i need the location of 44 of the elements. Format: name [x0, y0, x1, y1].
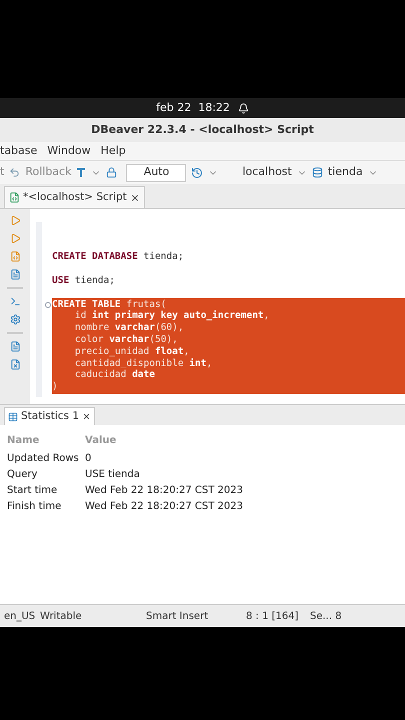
table-cell-text: Wed Feb 22 18:20:27 CST 2023 — [85, 484, 244, 498]
column-header: Value — [85, 434, 118, 448]
history-icon[interactable] — [191, 166, 204, 178]
menu-item[interactable]: Window — [47, 142, 91, 160]
transaction-icon[interactable] — [76, 167, 86, 178]
script-icon — [9, 192, 20, 203]
table-cell-text: Start time — [7, 484, 58, 498]
close-icon[interactable] — [130, 192, 140, 202]
table-cell-text: 0 — [85, 452, 92, 466]
menu-item[interactable]: tabase — [0, 142, 38, 160]
table-cell-text: Finish time — [7, 500, 62, 514]
toolbar-icon[interactable] — [10, 233, 20, 244]
toolbar-icon[interactable] — [10, 215, 20, 226]
table-cell-text: Updated Rows — [7, 452, 80, 466]
close-icon[interactable] — [82, 412, 92, 421]
menu-item[interactable]: Help — [100, 142, 126, 160]
results-tab[interactable]: Statistics 1 — [4, 407, 96, 425]
bell-icon[interactable] — [238, 102, 249, 114]
status-item: Writable — [39, 610, 83, 624]
toolbar-icon[interactable] — [10, 269, 20, 280]
schema-selector[interactable]: tienda — [328, 164, 363, 181]
status-item: Smart Insert — [145, 610, 210, 624]
fold-icon[interactable] — [45, 302, 51, 308]
status-item: 8 : 1 [164] — [245, 610, 300, 624]
toolbar-icon[interactable] — [10, 341, 20, 352]
table-cell-text: Query — [7, 468, 38, 482]
table-cell-text: Wed Feb 22 18:20:27 CST 2023 — [85, 500, 244, 514]
window-title: DBeaver 22.3.4 - <localhost> Script — [91, 122, 314, 138]
table-icon — [8, 412, 18, 422]
clock[interactable]: feb 22 18:22 — [156, 100, 230, 116]
editor-tab[interactable]: *<localhost> Script — [4, 186, 145, 208]
toolbar-icon[interactable] — [10, 314, 20, 325]
table-cell-text: USE tienda — [85, 468, 141, 482]
database-icon — [312, 167, 323, 178]
connection-selector[interactable]: localhost — [242, 164, 292, 181]
toolbar-icon[interactable] — [10, 296, 20, 307]
toolbar-icon[interactable] — [10, 359, 20, 370]
status-item: en_US — [3, 610, 36, 624]
mode-field[interactable]: Auto — [126, 164, 186, 182]
status-item: Se... 8 — [309, 610, 343, 624]
column-header: Name — [7, 434, 40, 448]
rollback-icon — [9, 167, 20, 178]
toolbar-icon[interactable] — [10, 251, 20, 262]
lock-icon[interactable] — [106, 167, 118, 178]
